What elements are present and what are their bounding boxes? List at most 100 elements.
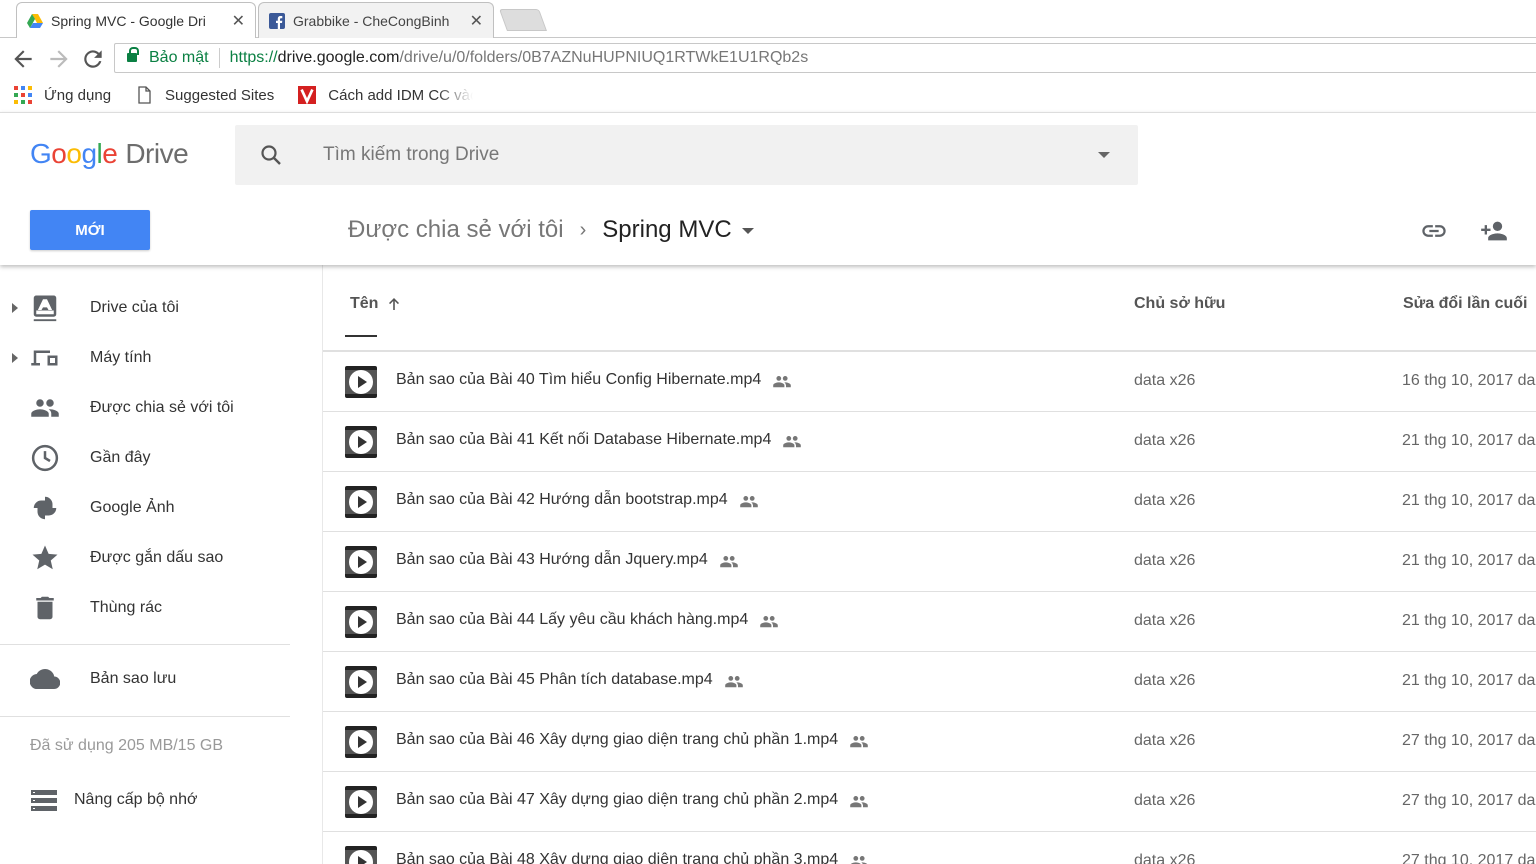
search-input[interactable] xyxy=(323,144,1083,166)
table-row[interactable]: Bản sao của Bài 41 Kết nối Database Hibe… xyxy=(323,411,1536,471)
video-file-icon xyxy=(345,546,377,578)
google-drive-logo[interactable]: Google Drive xyxy=(30,138,189,170)
table-row-partial xyxy=(323,335,1536,351)
v-logo-icon xyxy=(298,86,317,104)
sidebar-divider xyxy=(0,644,290,645)
expand-arrow-icon[interactable] xyxy=(12,303,18,313)
file-name-cell: Bản sao của Bài 44 Lấy yêu cầu khách hàn… xyxy=(396,611,780,629)
logo-letter: G xyxy=(30,138,52,169)
star-icon xyxy=(32,545,58,570)
logo-letter: o xyxy=(51,138,67,169)
file-name: Bản sao của Bài 47 Xây dựng giao diện tr… xyxy=(396,791,839,808)
table-row[interactable]: Bản sao của Bài 47 Xây dựng giao diện tr… xyxy=(323,771,1536,831)
new-tab-button[interactable] xyxy=(498,9,548,31)
google-drive-favicon-icon xyxy=(27,13,43,28)
table-row[interactable]: Bản sao của Bài 42 Hướng dẫn bootstrap.m… xyxy=(323,471,1536,531)
breadcrumb: Được chia sẻ với tôi › Spring MVC xyxy=(348,213,754,247)
logo-letter: e xyxy=(102,138,118,169)
file-name: Bản sao của Bài 46 Xây dựng giao diện tr… xyxy=(396,731,839,748)
sidebar-item-my-drive[interactable]: Drive của tôi xyxy=(0,283,300,333)
column-header-name[interactable]: Tên xyxy=(350,295,402,313)
file-name: Bản sao của Bài 48 Xây dựng giao diện tr… xyxy=(396,851,839,864)
sidebar-item-trash[interactable]: Thùng rác xyxy=(0,583,300,633)
video-file-icon xyxy=(345,606,377,638)
file-name-cell: Bản sao của Bài 41 Kết nối Database Hibe… xyxy=(396,431,803,449)
bookmark-label: Ứng dụng xyxy=(44,86,112,104)
table-row[interactable]: Bản sao của Bài 40 Tìm hiểu Config Hiber… xyxy=(323,351,1536,411)
file-name-cell: Bản sao của Bài 47 Xây dựng giao diện tr… xyxy=(396,791,870,809)
browser-tab-strip: Spring MVC - Google Dri ✕ Grabbike - Che… xyxy=(0,0,1536,38)
column-header-owner[interactable]: Chủ sở hữu xyxy=(1134,295,1225,313)
shared-people-icon xyxy=(719,556,738,568)
file-name-cell: Bản sao của Bài 46 Xây dựng giao diện tr… xyxy=(396,731,870,749)
owner-cell: data x26 xyxy=(1134,792,1196,809)
bookmark-idm[interactable]: Cách add IDM CC vào xyxy=(298,86,473,104)
sidebar-item-starred[interactable]: Được gắn dấu sao xyxy=(0,533,300,583)
owner-cell: data x26 xyxy=(1134,432,1196,449)
my-drive-icon xyxy=(33,295,57,322)
shared-people-icon xyxy=(850,736,868,748)
video-file-icon xyxy=(345,786,377,818)
breadcrumb-shared-with-me[interactable]: Được chia sẻ với tôi xyxy=(348,216,564,244)
table-row[interactable]: Bản sao của Bài 45 Phân tích database.mp… xyxy=(323,651,1536,711)
tab-spring-mvc[interactable]: Spring MVC - Google Dri ✕ xyxy=(16,2,256,38)
back-arrow-icon[interactable] xyxy=(10,46,36,72)
tab-close-icon[interactable]: ✕ xyxy=(470,11,483,31)
upgrade-storage-link[interactable]: Nâng cấp bộ nhớ xyxy=(30,785,197,815)
play-icon xyxy=(349,670,373,694)
play-icon xyxy=(349,850,373,864)
search-options-dropdown-icon[interactable] xyxy=(1098,152,1110,158)
tab-grabbike[interactable]: Grabbike - CheCongBinh ✕ xyxy=(258,2,494,38)
address-bar[interactable]: Bảo mật https:// drive.google.com /drive… xyxy=(114,43,1536,73)
shared-people-icon xyxy=(850,796,868,808)
file-name-cell: Bản sao của Bài 40 Tìm hiểu Config Hiber… xyxy=(396,371,793,389)
table-row[interactable]: Bản sao của Bài 44 Lấy yêu cầu khách hàn… xyxy=(323,591,1536,651)
facebook-favicon-icon xyxy=(269,12,285,29)
sidebar-divider xyxy=(0,716,290,717)
url-path: /drive/u/0/folders/0B7AZNuHUPNIUQ1RTWkE1… xyxy=(399,49,809,66)
bookmark-label: Suggested Sites xyxy=(165,86,275,104)
new-button[interactable]: MỚI xyxy=(30,210,150,250)
sidebar-item-google-photos[interactable]: Google Ảnh xyxy=(0,483,300,533)
last-modified-cell: 27 thg 10, 2017 da xyxy=(1402,792,1536,809)
play-icon xyxy=(349,490,373,514)
sidebar-item-computers[interactable]: Máy tính xyxy=(0,333,300,383)
sidebar-item-shared-with-me[interactable]: Được chia sẻ với tôi xyxy=(0,383,300,433)
folder-menu-dropdown-icon[interactable] xyxy=(741,228,754,234)
file-name: Bản sao của Bài 40 Tìm hiểu Config Hiber… xyxy=(396,371,762,388)
table-row[interactable]: Bản sao của Bài 48 Xây dựng giao diện tr… xyxy=(323,831,1536,864)
search-icon[interactable] xyxy=(259,143,283,167)
expand-arrow-icon[interactable] xyxy=(12,353,18,363)
breadcrumb-current-folder[interactable]: Spring MVC xyxy=(602,216,731,244)
shared-people-icon xyxy=(760,616,779,628)
video-file-icon xyxy=(345,666,377,698)
sidebar-item-recent[interactable]: Gần đây xyxy=(0,433,300,483)
add-person-icon[interactable] xyxy=(1480,217,1508,245)
link-icon[interactable] xyxy=(1420,217,1448,245)
sidebar-item-backups[interactable]: Bản sao lưu xyxy=(0,654,300,704)
owner-cell: data x26 xyxy=(1134,552,1196,569)
sort-ascending-arrow-icon[interactable] xyxy=(386,296,402,312)
bookmark-suggested-sites[interactable]: Suggested Sites xyxy=(135,86,274,104)
table-row[interactable]: Bản sao của Bài 46 Xây dựng giao diện tr… xyxy=(323,711,1536,771)
breadcrumb-chevron-icon: › xyxy=(579,218,587,241)
bookmark-apps[interactable]: Ứng dụng xyxy=(14,86,111,104)
tab-close-icon[interactable]: ✕ xyxy=(232,11,245,31)
browser-toolbar: Bảo mật https:// drive.google.com /drive… xyxy=(0,38,1536,80)
owner-cell: data x26 xyxy=(1134,672,1196,689)
logo-letter: g xyxy=(81,138,97,169)
shared-people-icon xyxy=(724,676,743,688)
last-modified-cell: 21 thg 10, 2017 da xyxy=(1402,552,1536,569)
reload-icon[interactable] xyxy=(80,46,106,72)
sidebar-item-label: Thùng rác xyxy=(90,599,163,616)
play-icon xyxy=(349,430,373,454)
logo-letter: o xyxy=(66,138,82,169)
secure-label: Bảo mật xyxy=(149,49,209,66)
owner-cell: data x26 xyxy=(1134,852,1196,864)
file-list: Tên Chủ sở hữu Sửa đổi lần cuối Bản sao … xyxy=(322,265,1536,864)
forward-arrow-icon[interactable] xyxy=(46,46,72,72)
sidebar-item-label: Máy tính xyxy=(90,349,152,366)
last-modified-cell: 21 thg 10, 2017 da xyxy=(1402,672,1536,689)
table-row[interactable]: Bản sao của Bài 43 Hướng dẫn Jquery.mp4 d… xyxy=(323,531,1536,591)
column-header-last-modified[interactable]: Sửa đổi lần cuối xyxy=(1403,295,1528,313)
